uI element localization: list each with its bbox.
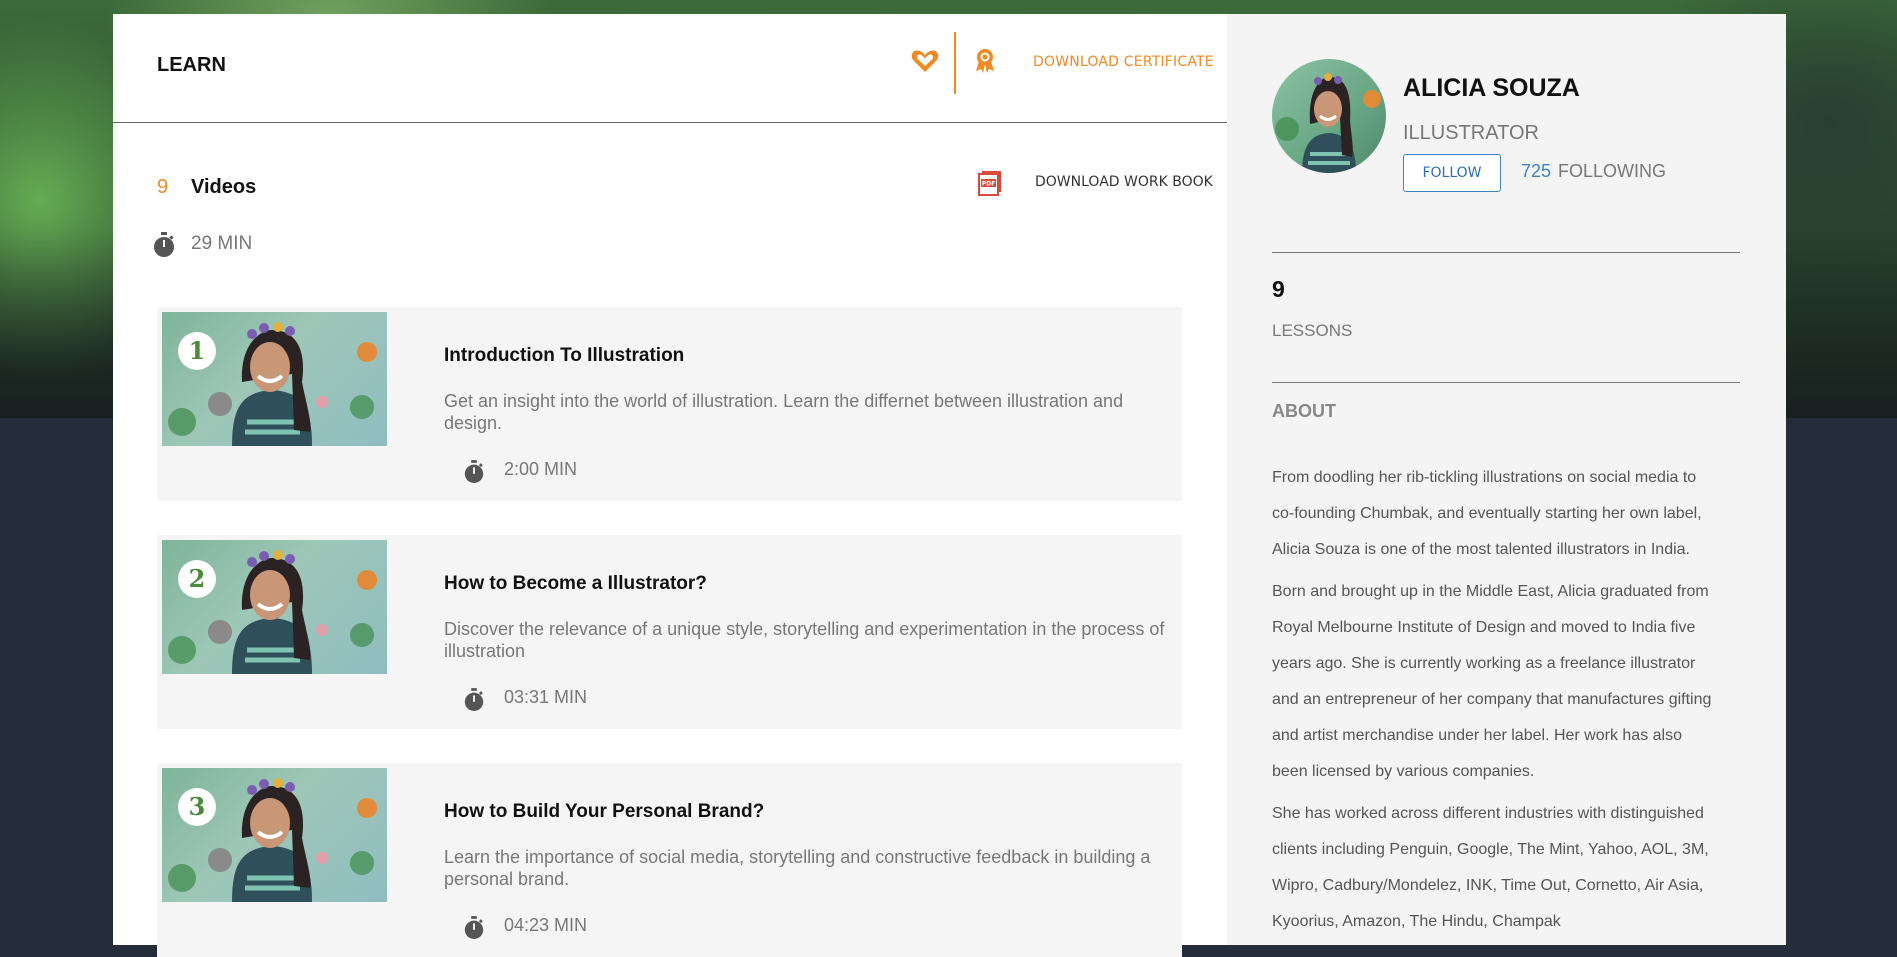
stopwatch-icon bbox=[464, 916, 484, 939]
lesson-number-badge: 3 bbox=[178, 788, 216, 826]
lesson-title[interactable]: How to Build Your Personal Brand? bbox=[444, 801, 764, 823]
lesson-card[interactable]: 1 Introduction To Illustration Get an in… bbox=[157, 307, 1182, 501]
lesson-duration: 03:31 MIN bbox=[504, 687, 588, 707]
divider bbox=[1272, 252, 1740, 253]
ribbon-icon[interactable] bbox=[971, 46, 999, 74]
about-paragraph: She has worked across different industri… bbox=[1272, 805, 1709, 930]
stopwatch-icon bbox=[154, 232, 174, 257]
lesson-card[interactable]: 3 How to Build Your Personal Brand? Lear… bbox=[157, 763, 1182, 957]
divider bbox=[1272, 382, 1740, 383]
instructor-role: ILLUSTRATOR bbox=[1403, 122, 1539, 144]
about-paragraph: From doodling her rib-tickling illustrat… bbox=[1272, 469, 1702, 558]
avatar[interactable] bbox=[1272, 59, 1386, 173]
stopwatch-icon bbox=[464, 688, 484, 711]
lesson-card[interactable]: 2 How to Become a Illustrator? Discover … bbox=[157, 535, 1182, 729]
pdf-icon[interactable]: PDF bbox=[977, 170, 1003, 196]
following-count[interactable]: 725 bbox=[1521, 161, 1551, 182]
heart-icon[interactable] bbox=[910, 46, 940, 76]
course-header: LEARN DOWNLOAD CERTIFICATE bbox=[113, 14, 1227, 123]
lesson-description: Discover the relevance of a unique style… bbox=[444, 619, 1165, 661]
about-heading: ABOUT bbox=[1272, 401, 1336, 421]
about-paragraph: Born and brought up in the Middle East, … bbox=[1272, 583, 1712, 780]
lesson-description: Get an insight into the world of illustr… bbox=[444, 391, 1124, 433]
lesson-number-badge: 1 bbox=[178, 332, 216, 370]
lesson-duration: 2:00 MIN bbox=[504, 459, 578, 479]
stopwatch-icon bbox=[464, 460, 484, 483]
video-count: 9 bbox=[157, 176, 169, 198]
header-divider bbox=[954, 32, 956, 94]
course-panel: LEARN DOWNLOAD CERTIFICATE 9 Videos PDF … bbox=[113, 14, 1227, 957]
download-workbook-link[interactable]: DOWNLOAD WORK BOOK bbox=[1035, 174, 1213, 190]
lesson-duration: 04:23 MIN bbox=[504, 915, 588, 935]
lesson-number-badge: 2 bbox=[178, 560, 216, 598]
video-label: Videos bbox=[191, 176, 257, 198]
follow-button[interactable]: FOLLOW bbox=[1403, 154, 1501, 192]
lesson-thumbnail[interactable]: 2 bbox=[162, 540, 387, 674]
instructor-photo bbox=[1275, 73, 1381, 173]
svg-text:PDF: PDF bbox=[982, 181, 995, 188]
lesson-description: Learn the importance of social media, st… bbox=[444, 847, 1151, 889]
page-title: LEARN bbox=[157, 54, 226, 76]
instructor-name: ALICIA SOUZA bbox=[1403, 74, 1580, 102]
instructor-panel: ALICIA SOUZA ILLUSTRATOR FOLLOW 725 FOLL… bbox=[1227, 14, 1786, 945]
lesson-title[interactable]: Introduction To Illustration bbox=[444, 345, 684, 367]
download-certificate-link[interactable]: DOWNLOAD CERTIFICATE bbox=[1033, 54, 1214, 70]
lesson-thumbnail[interactable]: 1 bbox=[162, 312, 387, 446]
lesson-thumbnail[interactable]: 3 bbox=[162, 768, 387, 902]
lessons-count: 9 bbox=[1272, 276, 1285, 302]
lesson-title[interactable]: How to Become a Illustrator? bbox=[444, 573, 707, 595]
total-duration: 29 MIN bbox=[191, 233, 253, 254]
lessons-label: LESSONS bbox=[1272, 321, 1353, 340]
following-label: FOLLOWING bbox=[1558, 161, 1667, 181]
